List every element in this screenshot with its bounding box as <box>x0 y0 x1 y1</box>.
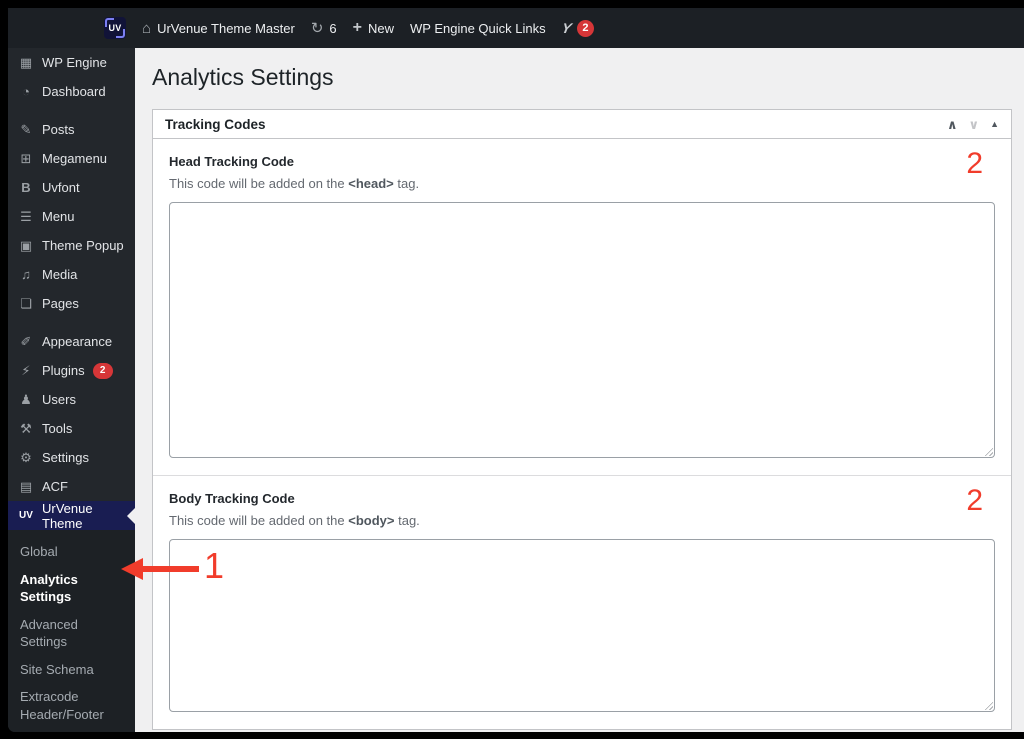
acf-table-icon: ▤ <box>19 479 33 494</box>
pages-icon: ❏ <box>20 296 32 311</box>
submenu-item-advanced-settings[interactable]: Advanced Settings <box>8 611 135 656</box>
head-tracking-code-description: This code will be added on the <head> ta… <box>169 176 995 191</box>
admin-toolbar: UV ⌂ UrVenue Theme Master ↻ 6 + New WP E… <box>8 8 1024 48</box>
gauge-icon: ◔ <box>22 84 30 99</box>
head-tracking-code-label: Head Tracking Code <box>169 154 294 169</box>
body-tracking-code-label: Body Tracking Code <box>169 491 295 506</box>
sidebar-item-plugins[interactable]: ⚡ Plugins 2 <box>8 356 135 385</box>
yoast-menu[interactable]: Y 2 <box>559 19 594 37</box>
yoast-icon: Y <box>559 20 573 36</box>
site-name-label: UrVenue Theme Master <box>157 20 295 36</box>
menu-list-icon: ☰ <box>20 209 32 224</box>
annotation-step-2-body: 2 <box>966 484 983 517</box>
head-tag-text: <head> <box>348 176 394 191</box>
main-content: Analytics Settings Tracking Codes ∧ ∨ ▲ … <box>135 48 1024 732</box>
tracking-codes-panel: Tracking Codes ∧ ∨ ▲ Head Tracking Code … <box>152 109 1012 730</box>
sidebar-item-menu[interactable]: ☰ Menu <box>8 202 135 231</box>
move-down-icon[interactable]: ∨ <box>969 118 980 131</box>
submenu-item-site-schema[interactable]: Site Schema <box>8 656 135 684</box>
body-tracking-code-field: Body Tracking Code This code will be add… <box>153 475 1011 729</box>
move-up-icon[interactable]: ∧ <box>947 118 958 131</box>
sidebar-item-dashboard[interactable]: ◔ Dashboard <box>8 77 135 106</box>
panel-body: Head Tracking Code This code will be add… <box>153 139 1011 729</box>
site-name-link[interactable]: ⌂ UrVenue Theme Master <box>142 21 295 36</box>
sidebar-item-megamenu[interactable]: ⊞ Megamenu <box>8 144 135 173</box>
grid-icon: ▦ <box>19 55 33 70</box>
updates-count: 6 <box>329 20 337 36</box>
uv-theme-icon: UV <box>19 509 33 521</box>
urvenue-theme-submenu: Global Analytics Settings Advanced Setti… <box>8 530 135 732</box>
sidebar-item-tools[interactable]: ⚒ Tools <box>8 414 135 443</box>
sidebar-item-uvfont[interactable]: B Uvfont <box>8 173 135 202</box>
panel-header[interactable]: Tracking Codes ∧ ∨ ▲ <box>153 110 1011 139</box>
submenu-item-blog-settings[interactable]: Blog Settings <box>8 728 135 732</box>
page-title: Analytics Settings <box>152 64 334 90</box>
body-tag-text: <body> <box>348 513 395 528</box>
sidebar-item-posts[interactable]: ✎ Posts <box>8 115 135 144</box>
panel-controls: ∧ ∨ ▲ <box>947 118 999 131</box>
font-icon: B <box>21 180 31 195</box>
submenu-item-analytics-settings[interactable]: Analytics Settings <box>8 566 135 611</box>
home-icon: ⌂ <box>142 19 152 37</box>
current-menu-arrow <box>127 507 135 524</box>
brush-icon: ✐ <box>20 334 32 349</box>
refresh-icon: ↻ <box>310 19 324 37</box>
wpengine-links-label: WP Engine Quick Links <box>410 20 546 36</box>
logo-corner-decoration <box>105 18 114 27</box>
sidebar-item-wp-engine[interactable]: ▦ WP Engine <box>8 48 135 77</box>
wpengine-quick-links[interactable]: WP Engine Quick Links <box>410 21 546 36</box>
logo-corner-decoration <box>116 29 125 38</box>
sidebar-item-acf[interactable]: ▤ ACF <box>8 472 135 501</box>
sidebar-item-appearance[interactable]: ✐ Appearance <box>8 327 135 356</box>
sidebar-item-theme-popup[interactable]: ▣ Theme Popup <box>8 231 135 260</box>
media-icon: ♫ <box>21 267 31 282</box>
popup-icon: ▣ <box>19 238 33 253</box>
body-textarea-wrapper <box>169 539 995 712</box>
body-tracking-code-input[interactable] <box>169 539 995 712</box>
uv-site-logo[interactable]: UV <box>104 17 126 39</box>
new-label: New <box>368 20 395 36</box>
submenu-item-global[interactable]: Global <box>8 538 135 566</box>
head-textarea-wrapper <box>169 202 995 458</box>
toggle-panel-icon[interactable]: ▲ <box>990 119 999 129</box>
body-tracking-code-description: This code will be added on the <body> ta… <box>169 513 995 528</box>
annotation-step-2-head: 2 <box>966 147 983 180</box>
sidebar-item-settings[interactable]: ⚙ Settings <box>8 443 135 472</box>
plus-icon: + <box>352 19 362 36</box>
pushpin-icon: ✎ <box>20 122 32 137</box>
admin-sidebar: ▦ WP Engine ◔ Dashboard ✎ Posts ⊞ Megame… <box>8 48 135 732</box>
submenu-item-extracode-header-footer[interactable]: Extracode Header/Footer <box>8 683 135 728</box>
megamenu-icon: ⊞ <box>20 151 32 166</box>
plugins-update-badge: 2 <box>92 362 113 379</box>
description-text: This code will be added on the <box>169 513 349 528</box>
head-tracking-code-input[interactable] <box>169 202 995 458</box>
description-text: tag. <box>393 176 420 191</box>
yoast-notification-badge: 2 <box>576 19 594 37</box>
sidebar-item-pages[interactable]: ❏ Pages <box>8 289 135 318</box>
plugin-icon: ⚡ <box>21 363 31 378</box>
description-text: tag. <box>394 513 420 528</box>
description-text: This code will be added on the <box>169 176 349 191</box>
new-content-button[interactable]: + New <box>353 19 394 37</box>
updates-indicator[interactable]: ↻ 6 <box>311 21 337 36</box>
head-tracking-code-field: Head Tracking Code This code will be add… <box>153 139 1011 475</box>
users-icon: ♟ <box>20 392 32 407</box>
sidebar-item-media[interactable]: ♫ Media <box>8 260 135 289</box>
sidebar-item-users[interactable]: ♟ Users <box>8 385 135 414</box>
wrench-icon: ⚒ <box>20 421 32 436</box>
gear-icon: ⚙ <box>20 450 32 465</box>
panel-title: Tracking Codes <box>165 116 266 132</box>
sidebar-item-urvenue-theme[interactable]: UV UrVenue Theme <box>8 501 135 531</box>
admin-menu: ▦ WP Engine ◔ Dashboard ✎ Posts ⊞ Megame… <box>8 48 135 531</box>
